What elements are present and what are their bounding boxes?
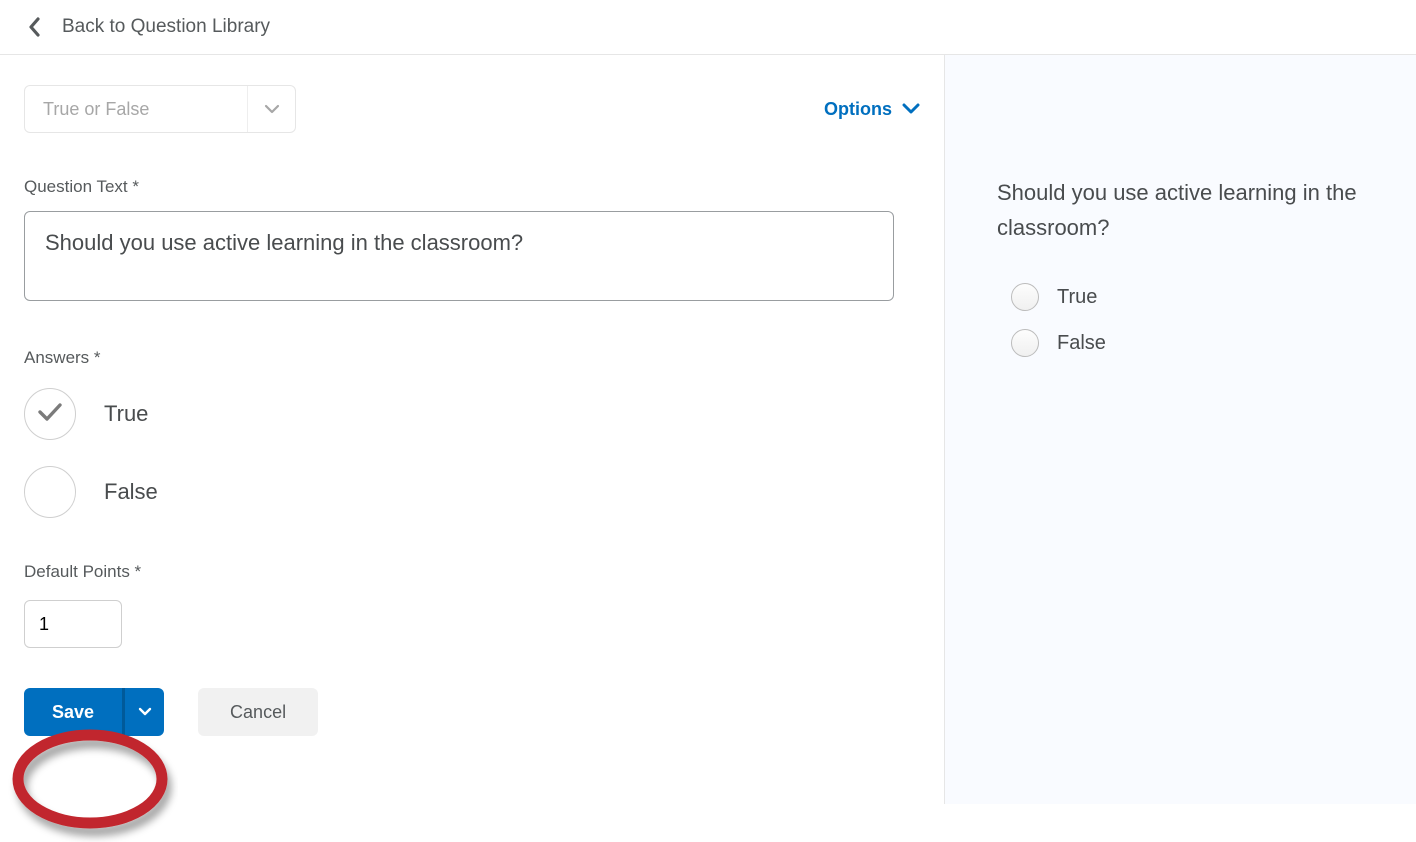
action-buttons: Save Cancel <box>24 688 920 736</box>
preview-option-true: True <box>1011 283 1388 311</box>
question-type-label: True or False <box>25 99 247 120</box>
cancel-button[interactable]: Cancel <box>198 688 318 736</box>
save-button[interactable]: Save <box>24 688 122 736</box>
top-bar: Back to Question Library <box>0 0 1416 55</box>
main-content: True or False Options Question Text * Sh… <box>0 55 1416 804</box>
preview-true-label: True <box>1057 286 1097 309</box>
default-points-input[interactable] <box>24 600 122 648</box>
chevron-left-icon <box>28 17 42 37</box>
answers-section: Answers * True False <box>24 348 920 518</box>
question-type-select[interactable]: True or False <box>24 85 296 133</box>
back-to-library-link[interactable]: Back to Question Library <box>28 16 270 38</box>
preview-option-false: False <box>1011 329 1388 357</box>
preview-true-radio[interactable] <box>1011 283 1039 311</box>
save-button-group: Save <box>24 688 164 736</box>
editor-panel: True or False Options Question Text * Sh… <box>0 55 945 804</box>
options-label: Options <box>824 99 892 120</box>
editor-header-row: True or False Options <box>24 85 920 133</box>
preview-question-text: Should you use active learning in the cl… <box>997 175 1388 245</box>
answer-true-label: True <box>104 401 148 427</box>
question-text-input[interactable]: Should you use active learning in the cl… <box>24 211 894 301</box>
points-section: Default Points * <box>24 562 920 648</box>
answer-row-true: True <box>24 388 920 440</box>
annotation-ellipse <box>8 727 178 842</box>
preview-false-radio[interactable] <box>1011 329 1039 357</box>
answer-false-label: False <box>104 479 158 505</box>
preview-panel: Should you use active learning in the cl… <box>945 55 1416 804</box>
checkmark-icon <box>37 401 63 428</box>
chevron-down-icon <box>247 86 295 132</box>
answer-row-false: False <box>24 466 920 518</box>
answer-false-radio[interactable] <box>24 466 76 518</box>
answers-label: Answers * <box>24 348 920 368</box>
default-points-label: Default Points * <box>24 562 920 582</box>
chevron-down-icon <box>138 705 152 720</box>
question-text-label: Question Text * <box>24 177 920 197</box>
back-link-label: Back to Question Library <box>62 16 270 38</box>
options-dropdown[interactable]: Options <box>824 99 920 120</box>
save-dropdown-button[interactable] <box>122 688 164 736</box>
chevron-down-icon <box>902 99 920 120</box>
preview-false-label: False <box>1057 332 1106 355</box>
answer-true-radio[interactable] <box>24 388 76 440</box>
